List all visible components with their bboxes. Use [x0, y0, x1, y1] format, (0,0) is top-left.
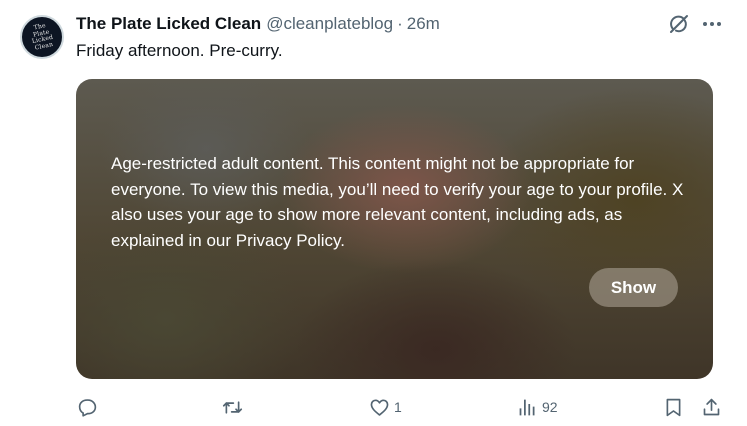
views-icon — [519, 399, 535, 415]
avatar-logo-text: The Plate Licked Clean — [31, 22, 54, 52]
views-button[interactable]: 92 — [517, 394, 558, 420]
media-age-gate: Age-restricted adult content. This conte… — [76, 79, 713, 379]
share-icon — [703, 398, 720, 415]
repost-button[interactable] — [222, 394, 243, 420]
post-timestamp[interactable]: 26m — [407, 14, 440, 34]
grok-icon[interactable] — [667, 12, 691, 36]
header-separator: · — [397, 14, 403, 33]
avatar[interactable]: The Plate Licked Clean — [20, 15, 64, 59]
view-count: 92 — [542, 399, 558, 415]
share-button[interactable] — [701, 394, 722, 420]
action-bar: 1 92 — [0, 394, 747, 422]
like-count: 1 — [394, 399, 402, 415]
author-handle[interactable]: @cleanplateblog — [266, 14, 393, 34]
tweet[interactable]: The Plate Licked Clean The Plate Licked … — [0, 0, 747, 426]
like-button[interactable]: 1 — [369, 394, 402, 420]
author-display-name[interactable]: The Plate Licked Clean — [76, 14, 261, 34]
heart-icon — [370, 398, 389, 416]
tweet-text: Friday afternoon. Pre-curry. — [76, 41, 283, 60]
show-media-button[interactable]: Show — [589, 268, 678, 307]
age-restriction-warning: Age-restricted adult content. This conte… — [111, 154, 684, 250]
bookmark-icon — [666, 398, 681, 416]
reply-icon — [78, 398, 97, 417]
tweet-header: The Plate Licked Clean @cleanplateblog ·… — [76, 12, 440, 36]
bookmark-button[interactable] — [663, 394, 684, 420]
more-options-icon[interactable] — [700, 12, 724, 36]
repost-icon — [222, 400, 243, 414]
reply-button[interactable] — [77, 394, 98, 420]
